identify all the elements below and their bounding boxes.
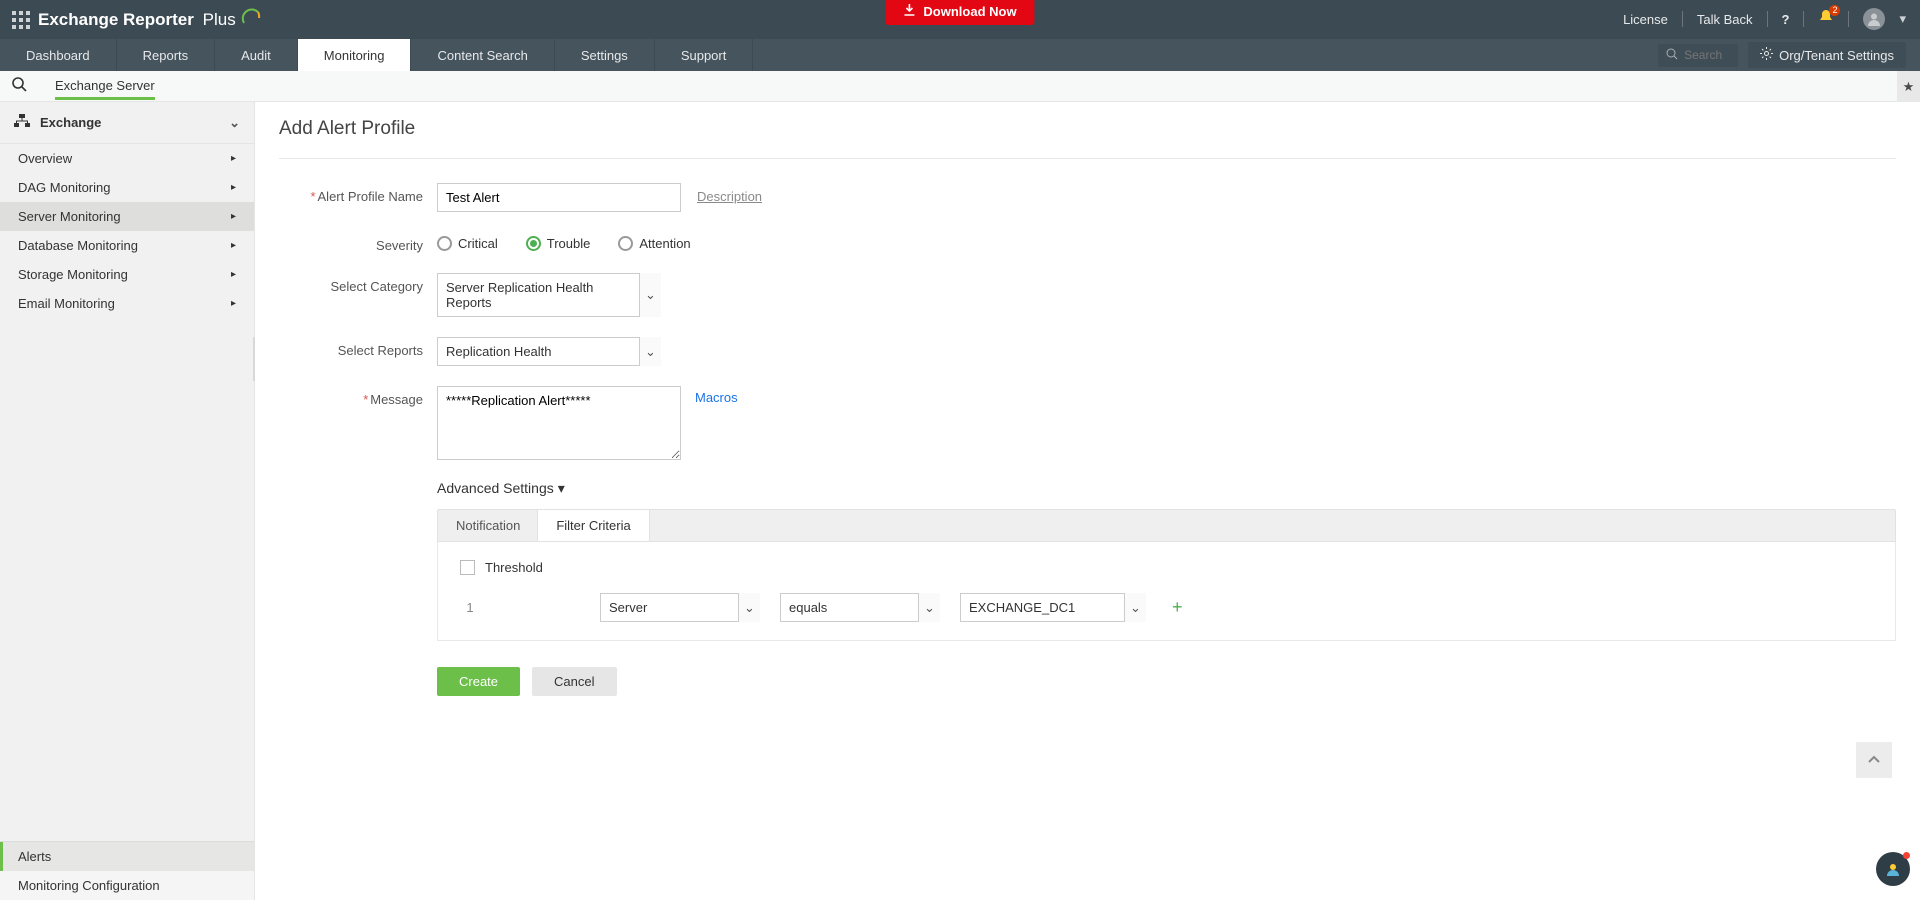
sitemap-icon xyxy=(14,114,30,131)
gear-icon xyxy=(1760,47,1773,63)
description-link[interactable]: Description xyxy=(697,183,762,204)
scroll-to-top-button[interactable] xyxy=(1856,742,1892,778)
sidebar-bottom-alerts[interactable]: Alerts xyxy=(0,842,254,871)
nav-tab-reports[interactable]: Reports xyxy=(117,39,216,71)
nav-tab-content-search[interactable]: Content Search xyxy=(411,39,554,71)
nav-tab-dashboard[interactable]: Dashboard xyxy=(0,39,117,71)
threshold-checkbox[interactable] xyxy=(460,560,475,575)
adv-tab-filter-criteria[interactable]: Filter Criteria xyxy=(537,510,649,541)
talkback-link[interactable]: Talk Back xyxy=(1697,12,1753,27)
apps-grid-icon[interactable] xyxy=(12,11,30,29)
caret-down-icon: ▾ xyxy=(558,480,565,496)
label-reports: Select Reports xyxy=(287,337,437,358)
severity-radio-group: Critical Trouble Attention xyxy=(437,232,691,251)
brand-text: Exchange Reporter Plus xyxy=(38,6,262,33)
sidebar-item-database-monitoring[interactable]: Database Monitoring▸ xyxy=(0,231,254,260)
download-label: Download Now xyxy=(923,4,1016,19)
top-bar: Download Now Exchange Reporter Plus Lice… xyxy=(0,0,1920,39)
global-search[interactable] xyxy=(1658,44,1738,67)
favorite-icon[interactable]: ★ xyxy=(1897,71,1920,102)
reports-select[interactable]: Replication Health xyxy=(437,337,661,366)
sidebar-group-exchange[interactable]: Exchange ⌄ xyxy=(0,102,254,144)
filter-field-select[interactable]: Server xyxy=(600,593,760,622)
filter-row: 1 Server ⌄ equals ⌄ EXCHANGE_DC1 ⌄ + xyxy=(460,593,1873,622)
chevron-right-icon: ▸ xyxy=(231,298,236,309)
user-menu[interactable] xyxy=(1863,8,1885,30)
label-profile-name: *Alert Profile Name xyxy=(287,183,437,204)
create-button[interactable]: Create xyxy=(437,667,520,696)
chevron-right-icon: ▸ xyxy=(231,211,236,222)
chat-fab[interactable] xyxy=(1876,852,1910,886)
chevron-right-icon: ▸ xyxy=(231,269,236,280)
license-link[interactable]: License xyxy=(1623,12,1668,27)
download-now-button[interactable]: Download Now xyxy=(885,0,1034,25)
filter-value-select[interactable]: EXCHANGE_DC1 xyxy=(960,593,1146,622)
brand: Exchange Reporter Plus xyxy=(12,6,262,33)
filter-criteria-panel: Threshold 1 Server ⌄ equals ⌄ EXCHANGE_D… xyxy=(437,542,1896,641)
separator xyxy=(1803,11,1804,27)
severity-radio-attention[interactable]: Attention xyxy=(618,236,690,251)
chevron-down-icon: ⌄ xyxy=(229,115,240,131)
download-icon xyxy=(903,4,915,19)
chevron-right-icon: ▸ xyxy=(231,182,236,193)
cancel-button[interactable]: Cancel xyxy=(532,667,616,696)
category-select[interactable]: Server Replication Health Reports xyxy=(437,273,661,317)
threshold-label: Threshold xyxy=(485,560,543,575)
separator xyxy=(1767,11,1768,27)
sidebar-item-storage-monitoring[interactable]: Storage Monitoring▸ xyxy=(0,260,254,289)
brand-arc-icon xyxy=(240,6,262,33)
org-tenant-settings-button[interactable]: Org/Tenant Settings xyxy=(1748,42,1906,68)
message-textarea[interactable] xyxy=(437,386,681,460)
macros-link[interactable]: Macros xyxy=(695,386,738,405)
severity-radio-critical[interactable]: Critical xyxy=(437,236,498,251)
chevron-right-icon: ▸ xyxy=(231,240,236,251)
sidebar-bottom-monitoring-configuration[interactable]: Monitoring Configuration xyxy=(0,871,254,900)
page-title: Add Alert Profile xyxy=(279,118,1896,140)
separator xyxy=(1682,11,1683,27)
nav-tab-monitoring[interactable]: Monitoring xyxy=(298,39,412,71)
search-input[interactable] xyxy=(1684,48,1732,62)
advanced-settings-toggle[interactable]: Advanced Settings▾ xyxy=(437,480,1896,497)
radio-icon xyxy=(437,236,452,251)
advanced-tabs: NotificationFilter Criteria xyxy=(437,509,1896,542)
label-message: *Message xyxy=(287,386,437,407)
label-category: Select Category xyxy=(287,273,437,294)
top-right-links: License Talk Back ? 2 ▾ xyxy=(1623,8,1906,30)
filter-operator-select[interactable]: equals xyxy=(780,593,940,622)
radio-icon xyxy=(618,236,633,251)
search-icon xyxy=(1666,48,1678,63)
sidebar: Exchange ⌄ Overview▸DAG Monitoring▸Serve… xyxy=(0,102,255,900)
divider xyxy=(279,158,1896,159)
add-filter-icon[interactable]: + xyxy=(1166,597,1189,618)
sub-header: Exchange Server ★ xyxy=(0,71,1920,102)
nav-tab-settings[interactable]: Settings xyxy=(555,39,655,71)
help-icon[interactable]: ? xyxy=(1782,12,1790,27)
notification-count: 2 xyxy=(1829,5,1840,16)
severity-radio-trouble[interactable]: Trouble xyxy=(526,236,591,251)
main-content: Add Alert Profile *Alert Profile Name De… xyxy=(255,102,1920,900)
label-severity: Severity xyxy=(287,232,437,253)
chevron-down-icon[interactable]: ▾ xyxy=(1899,11,1906,27)
search-filter-icon[interactable] xyxy=(12,77,27,95)
sidebar-item-email-monitoring[interactable]: Email Monitoring▸ xyxy=(0,289,254,318)
alert-profile-name-input[interactable] xyxy=(437,183,681,212)
bell-icon[interactable]: 2 xyxy=(1818,9,1834,30)
sidebar-item-overview[interactable]: Overview▸ xyxy=(0,144,254,173)
adv-tab-notification[interactable]: Notification xyxy=(438,510,538,541)
radio-icon xyxy=(526,236,541,251)
main-nav: DashboardReportsAuditMonitoringContent S… xyxy=(0,39,1920,71)
separator xyxy=(1848,11,1849,27)
nav-tab-support[interactable]: Support xyxy=(655,39,754,71)
row-number: 1 xyxy=(460,600,480,615)
chevron-right-icon: ▸ xyxy=(231,153,236,164)
subtab-exchange-server[interactable]: Exchange Server xyxy=(55,73,155,100)
sidebar-item-server-monitoring[interactable]: Server Monitoring▸ xyxy=(0,202,254,231)
nav-tab-audit[interactable]: Audit xyxy=(215,39,298,71)
sidebar-item-dag-monitoring[interactable]: DAG Monitoring▸ xyxy=(0,173,254,202)
